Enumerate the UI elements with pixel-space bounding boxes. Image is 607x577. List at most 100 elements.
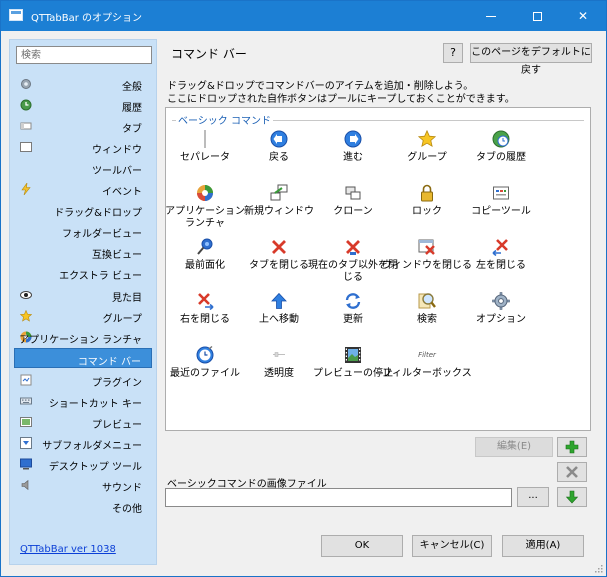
maximize-button[interactable] bbox=[514, 1, 560, 31]
filter-box-icon: Filter bbox=[418, 351, 436, 359]
ok-button[interactable]: OK bbox=[321, 535, 403, 557]
sidebar-item-history[interactable]: 履歴 bbox=[14, 95, 152, 115]
command-tab-history[interactable]: タブの履歴 bbox=[455, 130, 547, 180]
sidebar-item-appearance[interactable]: 見た目 bbox=[14, 285, 152, 305]
sidebar-item-tab[interactable]: タブ bbox=[14, 116, 152, 136]
star-icon bbox=[418, 130, 436, 148]
sidebar-item-command-bar[interactable]: コマンド バー bbox=[14, 348, 152, 368]
copy-tool-icon bbox=[493, 186, 509, 200]
sidebar-item-label: タブ bbox=[122, 124, 142, 135]
command-options[interactable]: オプション bbox=[455, 292, 547, 342]
sidebar-item-desktop-tool[interactable]: デスクトップ ツール bbox=[14, 454, 152, 474]
keyboard-icon bbox=[20, 397, 32, 405]
sidebar-item-window[interactable]: ウィンドウ bbox=[14, 137, 152, 157]
sidebar-item-label: ショートカット キー bbox=[48, 399, 142, 410]
sidebar-item-extra-view[interactable]: エクストラ ビュー bbox=[14, 263, 152, 283]
delete-button[interactable] bbox=[557, 462, 587, 482]
refresh-icon bbox=[345, 293, 361, 309]
sidebar-item-label: サウンド bbox=[102, 483, 142, 494]
reset-default-button[interactable]: このページをデフォルトに戻す bbox=[470, 43, 592, 76]
transparency-icon bbox=[273, 352, 285, 357]
edit-button[interactable]: 編集(E) bbox=[475, 437, 553, 457]
add-button[interactable] bbox=[557, 437, 587, 457]
gear-icon bbox=[21, 79, 31, 89]
command-copy-tool[interactable]: コピーツール bbox=[455, 184, 547, 234]
sidebar-item-label: 見た目 bbox=[112, 293, 142, 304]
sidebar-item-label: その他 bbox=[112, 504, 142, 515]
title-bar[interactable]: QTTabBar のオプション ✕ bbox=[1, 1, 606, 31]
pin-icon bbox=[197, 238, 213, 255]
close-left-icon bbox=[492, 239, 508, 256]
version-link[interactable]: QTTabBar ver 1038 bbox=[20, 544, 116, 555]
up-arrow-icon bbox=[271, 292, 287, 309]
sidebar-item-shortcut-keys[interactable]: ショートカット キー bbox=[14, 391, 152, 411]
command-close-left[interactable]: 左を閉じる bbox=[455, 238, 547, 288]
plugin-icon bbox=[20, 374, 32, 386]
image-file-input[interactable] bbox=[165, 488, 512, 507]
sidebar-item-label: サブフォルダメニュー bbox=[42, 441, 142, 452]
preview-icon bbox=[20, 417, 32, 427]
sidebar-item-plugin[interactable]: プラグイン bbox=[14, 370, 152, 390]
sidebar-item-label: フォルダービュー bbox=[62, 229, 142, 240]
sidebar-item-subfolder-menu[interactable]: サブフォルダメニュー bbox=[14, 433, 152, 453]
sidebar-item-label: プレビュー bbox=[92, 420, 142, 431]
browse-button[interactable]: ... bbox=[517, 487, 549, 507]
sidebar-item-preview[interactable]: プレビュー bbox=[14, 412, 152, 432]
sidebar-item-general[interactable]: 全般 bbox=[14, 74, 152, 94]
star-icon bbox=[20, 310, 32, 322]
move-down-button[interactable] bbox=[557, 487, 587, 507]
sidebar-item-label: エクストラ ビュー bbox=[59, 271, 142, 282]
sidebar-item-label: ツールバー bbox=[92, 166, 142, 177]
minimize-button[interactable] bbox=[468, 1, 514, 31]
launcher-icon bbox=[197, 185, 213, 201]
speaker-icon bbox=[21, 479, 29, 491]
sidebar-item-app-launcher[interactable]: アプリケーション ランチャ bbox=[14, 327, 152, 347]
app-icon bbox=[9, 9, 23, 21]
close-icon: ✕ bbox=[577, 9, 589, 23]
sidebar-item-drag-drop[interactable]: ドラッグ&ドロップ bbox=[14, 200, 152, 220]
sidebar-item-label: イベント bbox=[102, 187, 142, 198]
sidebar-item-label: 互換ビュー bbox=[92, 250, 142, 261]
cancel-button[interactable]: キャンセル(C) bbox=[412, 535, 492, 557]
sidebar-item-other[interactable]: その他 bbox=[14, 496, 152, 516]
sidebar-item-label: グループ bbox=[102, 314, 142, 325]
sidebar-item-compat-view[interactable]: 互換ビュー bbox=[14, 242, 152, 262]
plus-icon bbox=[565, 440, 579, 454]
command-label: タブの履歴 bbox=[476, 152, 526, 163]
apply-button[interactable]: 適用(A) bbox=[502, 535, 584, 557]
sidebar-item-toolbar[interactable]: ツールバー bbox=[14, 158, 152, 178]
new-window-icon bbox=[270, 184, 288, 201]
command-label: 左を閉じる bbox=[476, 260, 526, 271]
window-title: QTTabBar のオプション bbox=[31, 13, 143, 24]
search-input[interactable] bbox=[16, 46, 152, 64]
recent-files-icon bbox=[196, 346, 214, 364]
close-others-icon bbox=[346, 240, 360, 255]
separator-icon bbox=[196, 130, 214, 148]
sidebar-item-label: 履歴 bbox=[122, 103, 142, 114]
sidebar-item-label: デスクトップ ツール bbox=[48, 462, 142, 473]
down-arrow-icon bbox=[565, 490, 579, 504]
close-button[interactable]: ✕ bbox=[560, 1, 606, 31]
back-icon bbox=[270, 130, 288, 148]
sidebar-item-label: ドラッグ&ドロップ bbox=[54, 208, 142, 219]
sidebar-item-label: 全般 bbox=[122, 82, 142, 93]
film-icon bbox=[345, 347, 361, 363]
sidebar-item-label: プラグイン bbox=[92, 378, 142, 389]
forward-icon bbox=[344, 130, 362, 148]
sidebar-item-event[interactable]: イベント bbox=[14, 179, 152, 199]
description-line-2: ここにドロップされた自作ボタンはプールにキープしておくことができます。 bbox=[167, 94, 515, 105]
command-filter-box[interactable]: Filter フィルターボックス bbox=[381, 346, 473, 396]
window-icon bbox=[20, 142, 32, 152]
resize-grip-icon[interactable] bbox=[593, 563, 603, 573]
command-list[interactable]: ベーシック コマンド セパレータ 戻る 進む グループ タブの履歴 アプリケーシ… bbox=[165, 107, 591, 431]
sidebar-item-group[interactable]: グループ bbox=[14, 306, 152, 326]
history-icon bbox=[20, 99, 32, 111]
sidebar-item-folder-view[interactable]: フォルダービュー bbox=[14, 221, 152, 241]
sidebar-item-sound[interactable]: サウンド bbox=[14, 475, 152, 495]
close-tab-icon bbox=[272, 240, 286, 254]
command-label: コピーツール bbox=[471, 206, 531, 217]
maximize-icon bbox=[532, 12, 542, 21]
help-button[interactable]: ? bbox=[443, 43, 463, 63]
page-title: コマンド バー bbox=[171, 47, 247, 61]
search-icon bbox=[418, 293, 436, 309]
